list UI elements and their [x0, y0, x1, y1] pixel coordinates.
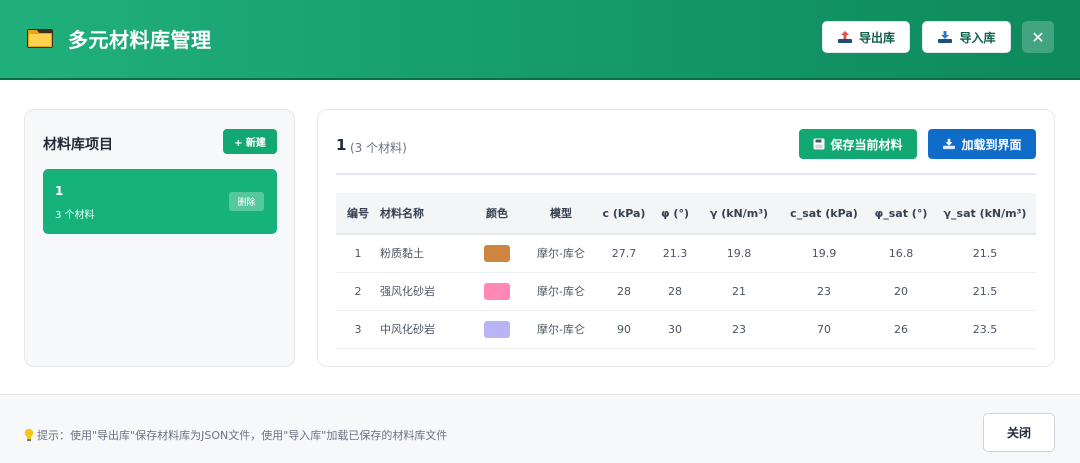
cell-gamma: 19.8 [698, 234, 780, 273]
close-button[interactable]: 关闭 [983, 413, 1055, 452]
modal-footer: 提示：使用"导出库"保存材料库为JSON文件，使用"导入库"加载已保存的材料库文… [0, 394, 1080, 463]
cell-c-sat: 70 [780, 310, 868, 349]
color-swatch[interactable] [484, 282, 510, 300]
library-list-panel: 材料库项目 + 新建 1 3 个材料 删除 [24, 109, 295, 367]
library-name: 1 [336, 136, 347, 154]
cell-gamma: 21 [698, 272, 780, 311]
cell-phi-sat: 16.8 [868, 234, 934, 273]
save-current-materials-button[interactable]: 保存当前材料 [799, 129, 917, 159]
cell-color [468, 234, 526, 273]
table-header-row: 编号 材料名称 颜色 模型 c (kPa) φ (°) γ (kN/m³) c_… [336, 193, 1036, 235]
cell-color [468, 272, 526, 311]
tray-download-icon [943, 138, 956, 150]
column-header: 编号 [336, 193, 380, 235]
cell-name: 强风化砂岩 [380, 272, 468, 311]
library-item-name: 1 [55, 184, 64, 198]
color-swatch[interactable] [484, 320, 510, 338]
cell-model: 摩尔-库仑 [526, 234, 596, 273]
import-library-button[interactable]: 导入库 [922, 21, 1011, 53]
cell-phi: 28 [652, 272, 698, 311]
export-library-label: 导出库 [858, 30, 895, 45]
cell-model: 摩尔-库仑 [526, 272, 596, 311]
close-icon[interactable]: ✕ [1022, 21, 1054, 53]
hint-label: 提示：使用"导出库"保存材料库为JSON文件，使用"导入库"加载已保存的材料库文… [37, 429, 448, 442]
cell-name: 中风化砂岩 [380, 310, 468, 349]
cell-name: 粉质黏土 [380, 234, 468, 273]
color-swatch[interactable] [484, 244, 510, 262]
cell-gamma: 23 [698, 310, 780, 349]
folder-icon [27, 29, 53, 48]
new-library-button[interactable]: + 新建 [223, 129, 277, 154]
cell-color [468, 310, 526, 349]
library-list-title: 材料库项目 [43, 137, 113, 153]
load-to-ui-button[interactable]: 加载到界面 [928, 129, 1036, 159]
modal-header: 多元材料库管理 导出库 导入库 ✕ [0, 0, 1080, 80]
table-row[interactable]: 3 中风化砂岩 摩尔-库仑 90 30 23 70 26 23.5 [336, 310, 1036, 349]
column-header: 材料名称 [380, 193, 468, 235]
delete-library-button[interactable]: 删除 [229, 192, 264, 211]
cell-c-sat: 19.9 [780, 234, 868, 273]
column-header: φ (°) [652, 193, 698, 235]
load-to-ui-label: 加载到界面 [961, 137, 1022, 152]
cell-phi: 21.3 [652, 234, 698, 273]
column-header: c_sat (kPa) [780, 193, 868, 235]
cell-phi: 30 [652, 310, 698, 349]
cell-c: 28 [596, 272, 652, 311]
lightbulb-icon [24, 428, 34, 441]
cell-phi-sat: 26 [868, 310, 934, 349]
cell-gamma-sat: 23.5 [934, 310, 1036, 349]
cell-id: 2 [336, 272, 380, 311]
library-item-count: 3 个材料 [55, 210, 95, 221]
divider [336, 173, 1036, 175]
cell-id: 1 [336, 234, 380, 273]
column-header: 模型 [526, 193, 596, 235]
cell-gamma-sat: 21.5 [934, 272, 1036, 311]
cell-c: 90 [596, 310, 652, 349]
cell-c-sat: 23 [780, 272, 868, 311]
tray-download-icon [938, 31, 953, 43]
cell-id: 3 [336, 310, 380, 349]
page-title: 多元材料库管理 [68, 28, 212, 52]
floppy-disk-icon [813, 138, 825, 150]
cell-phi-sat: 20 [868, 272, 934, 311]
cell-c: 27.7 [596, 234, 652, 273]
hint-text: 提示：使用"导出库"保存材料库为JSON文件，使用"导入库"加载已保存的材料库文… [24, 427, 447, 443]
material-count: (3 个材料) [350, 141, 407, 155]
library-detail-panel: 1 (3 个材料) 保存当前材料 加载到界面 编号 材料名称 颜色 模型 c (… [317, 109, 1055, 367]
column-header: c (kPa) [596, 193, 652, 235]
table-row[interactable]: 1 粉质黏土 摩尔-库仑 27.7 21.3 19.8 19.9 16.8 21… [336, 234, 1036, 273]
table-row[interactable]: 2 强风化砂岩 摩尔-库仑 28 28 21 23 20 21.5 [336, 272, 1036, 311]
column-header: 颜色 [468, 193, 526, 235]
library-item[interactable]: 1 3 个材料 删除 [43, 169, 277, 234]
export-library-button[interactable]: 导出库 [822, 21, 910, 53]
materials-table: 编号 材料名称 颜色 模型 c (kPa) φ (°) γ (kN/m³) c_… [336, 193, 1036, 349]
import-library-label: 导入库 [959, 30, 996, 45]
column-header: φ_sat (°) [868, 193, 934, 235]
column-header: γ (kN/m³) [698, 193, 780, 235]
column-header: γ_sat (kN/m³) [934, 193, 1036, 235]
cell-model: 摩尔-库仑 [526, 310, 596, 349]
save-current-materials-label: 保存当前材料 [830, 137, 903, 152]
cell-gamma-sat: 21.5 [934, 234, 1036, 273]
tray-upload-icon [837, 31, 852, 43]
